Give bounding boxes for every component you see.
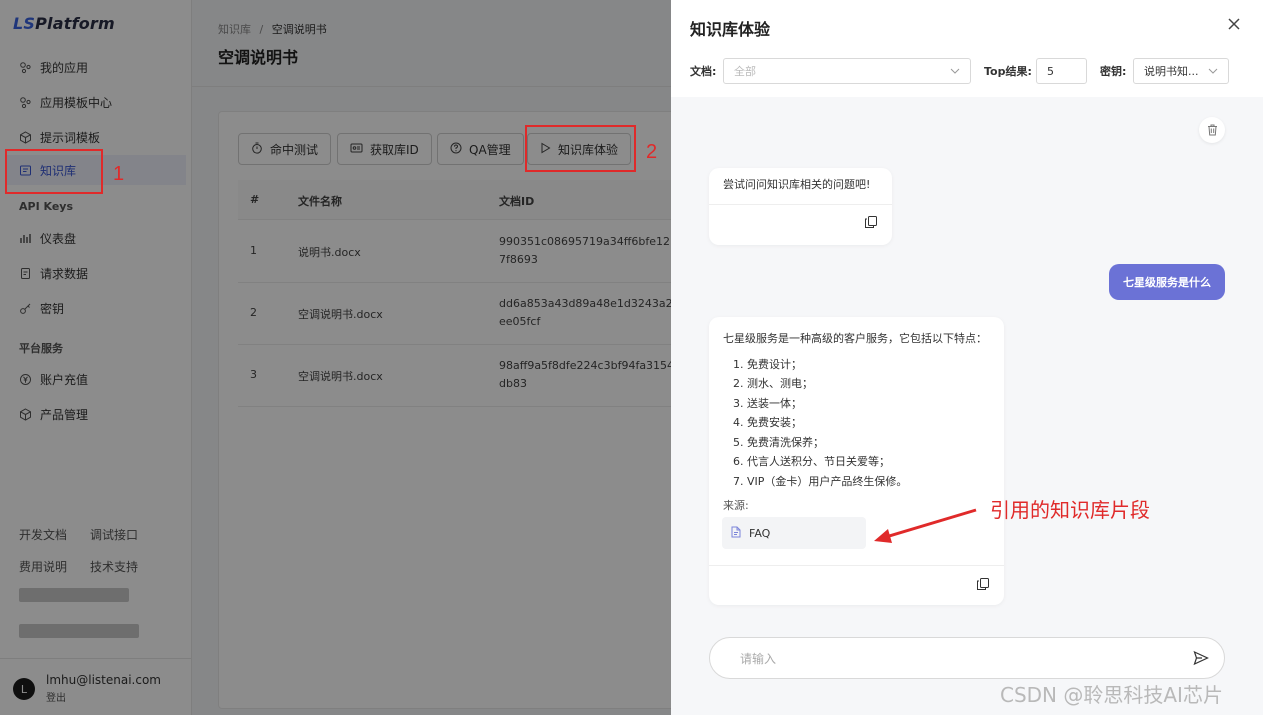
source-card[interactable]: FAQ bbox=[722, 517, 866, 549]
top-results-input[interactable]: 5 bbox=[1036, 58, 1087, 84]
copy-icon[interactable] bbox=[864, 215, 878, 229]
chevron-down-icon bbox=[1208, 66, 1218, 77]
answer-list-item: 3. 送装一体； bbox=[733, 396, 802, 410]
answer-content: 七星级服务是一种高级的客户服务，它包括以下特点： 1. 免费设计； 2. 测水、… bbox=[709, 317, 1004, 503]
watermark: CSDN @聆思科技AI芯片 bbox=[1000, 683, 1223, 707]
modal-overlay[interactable] bbox=[0, 0, 671, 715]
chevron-down-icon bbox=[950, 66, 960, 77]
answer-list-item: 1. 免费设计； bbox=[733, 357, 802, 371]
answer-list: 1. 免费设计； 2. 测水、测电； 3. 送装一体； 4. 免费安装； 5. … bbox=[723, 355, 990, 492]
divider bbox=[709, 565, 1004, 566]
copy-icon[interactable] bbox=[976, 577, 990, 591]
annotation-arrow bbox=[874, 508, 977, 543]
answer-intro: 七星级服务是一种高级的客户服务，它包括以下特点： bbox=[723, 332, 987, 345]
source-label: 来源: bbox=[723, 499, 749, 512]
key-select[interactable]: 说明书知... bbox=[1133, 58, 1229, 84]
answer-list-item: 5. 免费清洗保养； bbox=[733, 435, 824, 449]
drawer-title: 知识库体验 bbox=[690, 20, 771, 39]
top-results-label: Top结果: bbox=[984, 65, 1032, 78]
key-label: 密钥: bbox=[1100, 65, 1127, 78]
answer-list-item: 2. 测水、测电； bbox=[733, 377, 813, 390]
bot-message: 尝试问问知识库相关的问题吧! bbox=[709, 168, 892, 245]
key-select-value: 说明书知... bbox=[1144, 65, 1199, 78]
trash-icon[interactable] bbox=[1199, 117, 1225, 143]
chat-input[interactable] bbox=[740, 648, 1160, 670]
annotation-number: 2 bbox=[646, 141, 658, 163]
top-results-value: 5 bbox=[1047, 64, 1054, 78]
annotation-number: 1 bbox=[113, 163, 125, 185]
annotation-box-knowledge-base bbox=[5, 149, 103, 194]
answer-list-item: 7. VIP（金卡）用户产品终生保修。 bbox=[733, 474, 908, 488]
doc-filter-label: 文档: bbox=[690, 65, 717, 78]
send-icon[interactable] bbox=[1193, 650, 1211, 668]
user-message: 七星级服务是什么 bbox=[1109, 264, 1225, 300]
close-icon[interactable] bbox=[1224, 14, 1244, 34]
chat-input-box[interactable] bbox=[709, 637, 1225, 679]
kb-experience-drawer: 知识库体验 文档: 全部 Top结果: 5 密钥: 说明书知... 尝试问问知识… bbox=[671, 0, 1263, 715]
doc-select[interactable]: 全部 bbox=[723, 58, 971, 84]
message-text: 尝试问问知识库相关的问题吧! bbox=[723, 178, 871, 191]
bot-answer: 七星级服务是一种高级的客户服务，它包括以下特点： 1. 免费设计； 2. 测水、… bbox=[709, 317, 1004, 605]
file-icon bbox=[731, 526, 741, 541]
annotation-text: 引用的知识库片段 bbox=[990, 498, 1150, 522]
annotation-box-experience bbox=[525, 125, 636, 172]
chat-area: 尝试问问知识库相关的问题吧! 七星级服务是什么 七星级服务是一种高级的客户服务，… bbox=[671, 97, 1263, 715]
source-doc-name: FAQ bbox=[749, 526, 771, 540]
answer-list-item: 4. 免费安装； bbox=[733, 416, 802, 429]
doc-select-value: 全部 bbox=[734, 65, 756, 78]
answer-list-item: 6. 代言人送积分、节日关爱等； bbox=[733, 455, 890, 468]
divider bbox=[709, 204, 892, 205]
